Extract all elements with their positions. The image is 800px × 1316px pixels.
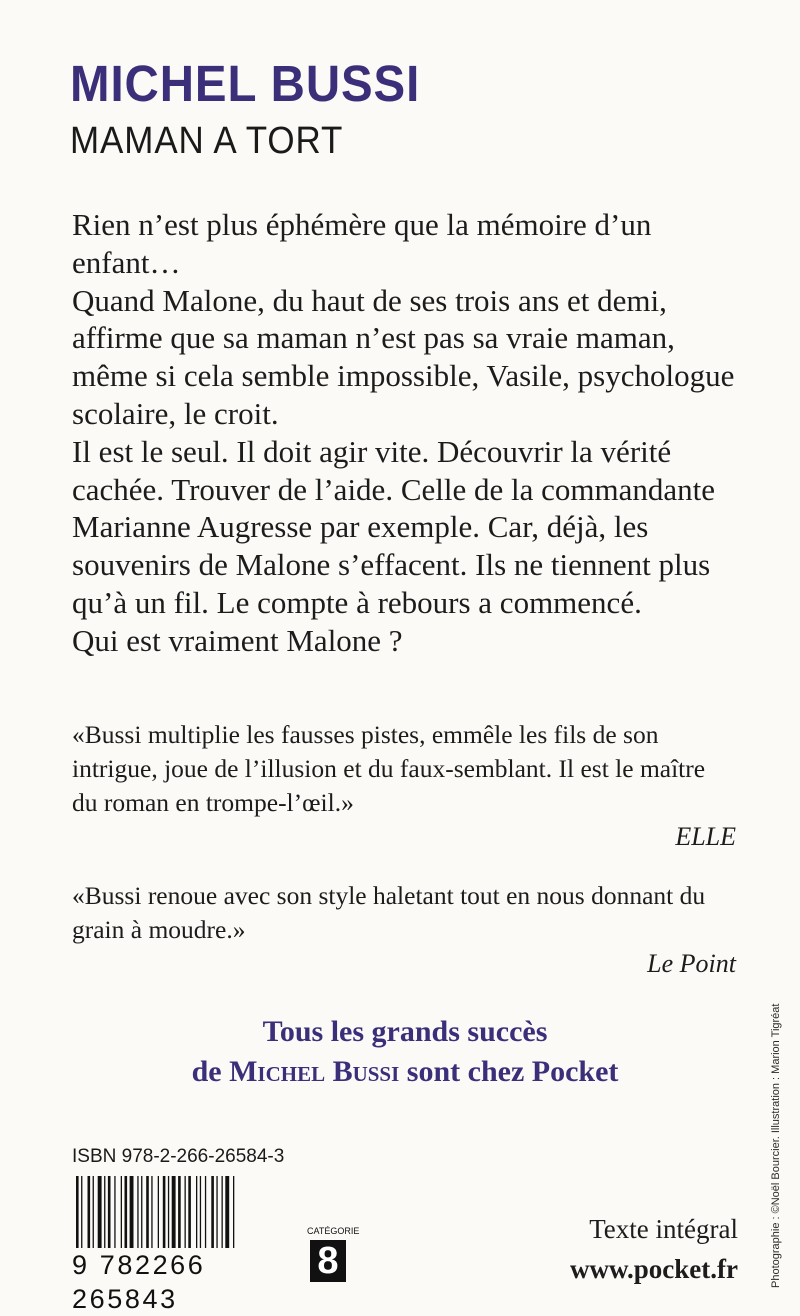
promo-author: Michel Bussi bbox=[229, 1055, 400, 1088]
blurb-paragraph: Il est le seul. Il doit agir vite. Décou… bbox=[72, 433, 715, 620]
press-quote: «Bussi multiplie les fausses pistes, emm… bbox=[72, 718, 736, 854]
quote-source: Le Point bbox=[647, 949, 736, 978]
category-badge: 8 bbox=[310, 1240, 346, 1282]
promo-prefix: de bbox=[191, 1055, 222, 1088]
blurb-paragraph: Qui est vraiment Malone ? bbox=[72, 622, 403, 658]
blurb: Rien n’est plus éphémère que la mémoire … bbox=[72, 206, 742, 660]
promo-suffix: sont chez Pocket bbox=[406, 1055, 619, 1088]
promo-line-2: de Michel Bussi sont chez Pocket bbox=[0, 1052, 800, 1092]
quote-source: ELLE bbox=[675, 822, 736, 851]
quote-text: «Bussi multiplie les fausses pistes, emm… bbox=[72, 720, 706, 817]
promo-line-1: Tous les grands succès bbox=[262, 1015, 548, 1048]
publisher-website[interactable]: www.pocket.fr bbox=[570, 1254, 738, 1285]
book-back-cover: MICHEL BUSSI MAMAN A TORT Rien n’est plu… bbox=[0, 0, 800, 1316]
blurb-paragraph: Rien n’est plus éphémère que la mémoire … bbox=[72, 207, 652, 280]
barcode-digits: 9 782266 265843 bbox=[72, 1248, 307, 1316]
publisher-promo: Tous les grands succès de Michel Bussi s… bbox=[0, 1012, 800, 1092]
author-name: MICHEL BUSSI bbox=[70, 55, 421, 112]
photo-credit: Photographie : ©Noël Bourcier. Illustrat… bbox=[770, 1003, 782, 1288]
press-quote: «Bussi renoue avec son style haletant to… bbox=[72, 879, 736, 981]
book-title: MAMAN A TORT bbox=[70, 120, 344, 162]
isbn: ISBN 978-2-266-26584-3 bbox=[72, 1146, 285, 1167]
category-label: CATÉGORIE bbox=[307, 1226, 360, 1236]
edition-note: Texte intégral bbox=[589, 1214, 738, 1244]
blurb-paragraph: Quand Malone, du haut de ses trois ans e… bbox=[72, 282, 735, 431]
quote-text: «Bussi renoue avec son style haletant to… bbox=[72, 881, 706, 944]
